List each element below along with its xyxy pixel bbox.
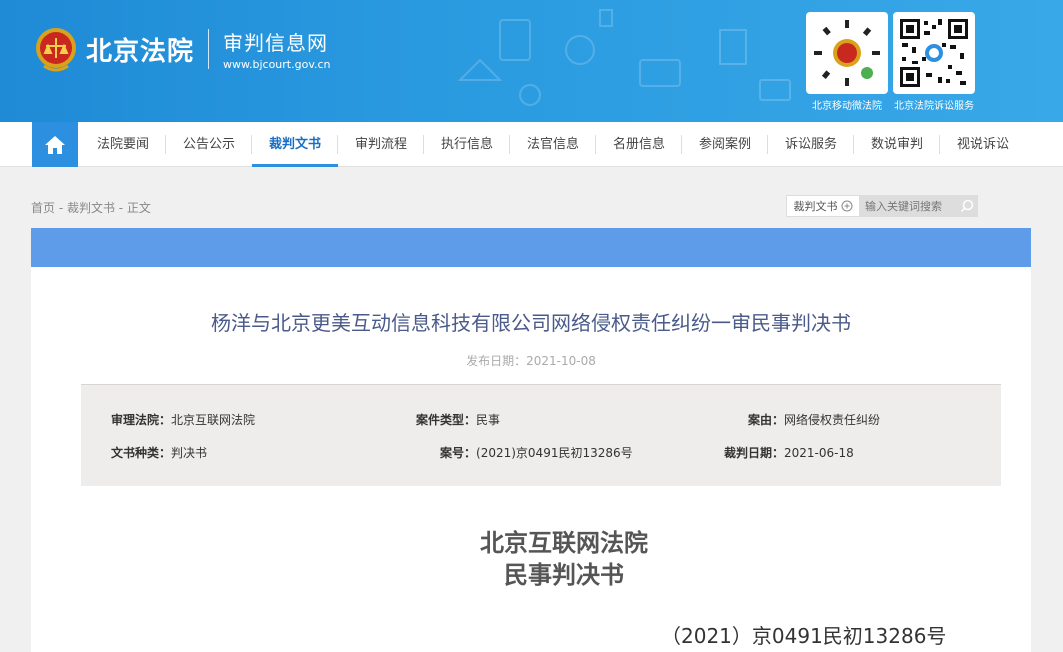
mini-program-qr-icon [813,19,881,87]
judgment-court-name: 北京互联网法院 [480,528,648,557]
document-title: 杨洋与北京更美互动信息科技有限公司网络侵权责任纠纷一审民事判决书 [211,311,851,335]
court-emblem-icon [36,28,76,72]
search-input[interactable] [865,199,957,213]
banner-decoration [457,9,791,106]
judgment-doc-type: 民事判决书 [504,560,624,589]
nav-item-enforcement[interactable]: 执行信息 [424,122,510,167]
site-banner: 北京法院 审判信息网 www.bjcourt.gov.cn 北京移动微法院 北京… [0,0,1063,122]
info-case-type-label: 案件类型： [416,413,477,427]
nav-item-rosters[interactable]: 名册信息 [596,122,682,167]
home-icon [45,135,65,154]
nav-item-reference-cases[interactable]: 参阅案例 [682,122,768,167]
document-panel: 杨洋与北京更美互动信息科技有限公司网络侵权责任纠纷一审民事判决书 发布日期：20… [31,267,1031,652]
info-doc-type: 文书种类：判决书 [111,444,207,461]
info-case-no-value: (2021)京0491民初13286号 [476,446,633,460]
qr-caption: 北京法院诉讼服务 [894,101,974,112]
nav-item-announcements[interactable]: 公告公示 [166,122,252,167]
search-input-wrap [860,195,978,217]
nav-item-judgments[interactable]: 裁判文书 [252,122,338,167]
info-doc-type-label: 文书种类： [111,446,172,460]
info-court: 审理法院：北京互联网法院 [111,411,255,428]
publish-date: 发布日期：2021-10-08 [466,354,596,368]
nav-item-video-litigation[interactable]: 视说诉讼 [940,122,1026,167]
main-nav: 法院要闻 公告公示 裁判文书 审判流程 执行信息 法官信息 名册信息 参阅案例 … [0,122,1063,167]
site-subtitle: 审判信息网 [223,31,329,55]
logo-divider [208,29,210,69]
info-cause-label: 案由： [748,413,785,427]
qr-mobile-court[interactable]: 北京移动微法院 [806,12,888,112]
nav-item-judges[interactable]: 法官信息 [510,122,596,167]
info-case-type: 案件类型：民事 [416,411,500,428]
content-header-strip [31,228,1031,267]
info-court-label: 审理法院： [111,413,172,427]
qr-code-icon [898,17,970,89]
search-icon[interactable] [960,199,974,213]
qr-caption: 北京移动微法院 [812,101,882,112]
case-info-box: 审理法院：北京互联网法院 案件类型：民事 案由：网络侵权责任纠纷 文书种类：判决… [81,384,1001,486]
info-case-type-value: 民事 [476,413,501,427]
judgment-case-number: （2021）京0491民初13286号 [661,624,947,648]
judgment-heading: 北京互联网法院 民事判决书 [31,527,1063,591]
info-judgment-date-value: 2021-06-18 [784,446,854,460]
site-url: www.bjcourt.gov.cn [223,58,331,71]
search-category-label: 裁判文书 [793,200,838,213]
nav-items: 法院要闻 公告公示 裁判文书 审判流程 执行信息 法官信息 名册信息 参阅案例 … [80,122,1026,167]
qr-litigation-service[interactable]: 北京法院诉讼服务 [893,12,975,112]
search-category-select[interactable]: 裁判文书 [786,195,860,217]
info-case-no-label: 案号： [440,446,477,460]
nav-item-data-trials[interactable]: 数说审判 [854,122,940,167]
info-case-no: 案号：(2021)京0491民初13286号 [440,444,633,461]
home-button[interactable] [32,122,78,167]
site-logo[interactable]: 北京法院 审判信息网 www.bjcourt.gov.cn [34,24,331,74]
site-name: 北京法院 [86,36,195,67]
nav-item-court-news[interactable]: 法院要闻 [80,122,166,167]
nav-item-litigation-service[interactable]: 诉讼服务 [768,122,854,167]
info-judgment-date-label: 裁判日期： [724,446,785,460]
info-judgment-date: 裁判日期：2021-06-18 [724,444,854,461]
info-court-value: 北京互联网法院 [171,413,256,427]
search-bar: 裁判文书 [786,195,978,217]
info-cause-value: 网络侵权责任纠纷 [784,413,881,427]
nav-item-trial-process[interactable]: 审判流程 [338,122,424,167]
plus-circle-icon [841,200,852,212]
info-cause: 案由：网络侵权责任纠纷 [748,411,880,428]
breadcrumb[interactable]: 首页 - 裁判文书 - 正文 [31,199,151,216]
info-doc-type-value: 判决书 [171,446,208,460]
